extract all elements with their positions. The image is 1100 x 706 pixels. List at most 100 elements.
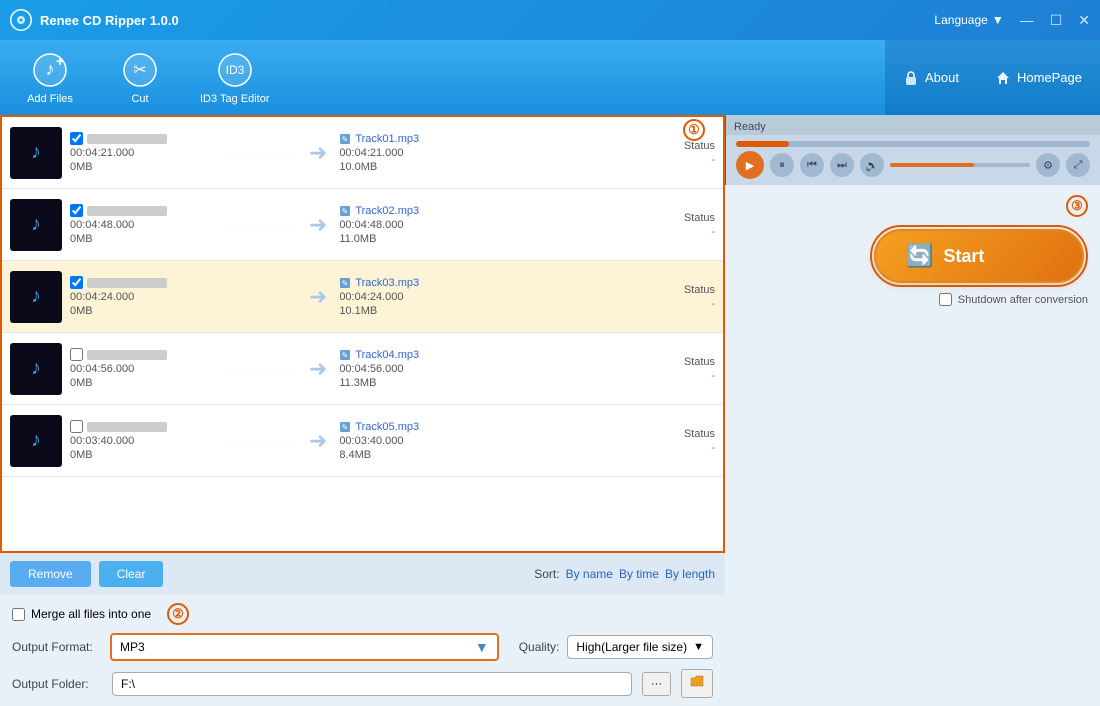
track-checkbox[interactable] xyxy=(70,132,83,145)
progress-bar[interactable] xyxy=(736,141,1090,147)
format-dropdown-icon: ▼ xyxy=(475,639,489,655)
prev-button[interactable]: ⏮ xyxy=(800,153,824,177)
track-filename: ✎ Track02.mp3 xyxy=(339,205,539,217)
step2-indicator: ② xyxy=(167,603,189,625)
track-duration-in: 00:04:24.000 xyxy=(70,291,230,303)
track-size-in: 0MB xyxy=(70,233,230,245)
step1-indicator: ① xyxy=(683,119,705,141)
sort-by-time[interactable]: By time xyxy=(619,567,659,581)
svg-text:✂: ✂ xyxy=(133,62,146,79)
sort-by-name[interactable]: By name xyxy=(566,567,613,581)
track-size-out: 10.0MB xyxy=(339,161,539,173)
track-meta: 00:04:56.000 0MB xyxy=(70,348,230,389)
track-status: Status - xyxy=(684,284,715,310)
status-value: - xyxy=(711,298,715,310)
maximize-button[interactable]: ☐ xyxy=(1050,12,1063,29)
quality-select[interactable]: High(Larger file size) ▼ xyxy=(567,635,713,659)
folder-open-button[interactable] xyxy=(681,669,713,698)
merge-checkbox[interactable] xyxy=(12,608,25,621)
track-meta: 00:04:24.000 0MB xyxy=(70,276,230,317)
folder-path[interactable]: F:\ xyxy=(112,672,632,696)
quality-label: Quality: xyxy=(519,640,560,654)
add-files-icon: ♪ + xyxy=(31,51,69,89)
track-size-in: 0MB xyxy=(70,161,230,173)
track-row: ♪ 00:04:24.000 0MB · · · · · · · · ➜ ✎ T… xyxy=(2,261,723,333)
language-button[interactable]: Language ▼ xyxy=(934,13,1003,27)
clear-button[interactable]: Clear xyxy=(99,561,164,587)
track-size-out: 11.0MB xyxy=(339,233,539,245)
track-duration-out: 00:03:40.000 xyxy=(339,435,539,447)
status-label: Status xyxy=(684,356,715,368)
shutdown-checkbox[interactable] xyxy=(939,293,952,306)
status-label: Status xyxy=(684,212,715,224)
track-thumbnail: ♪ xyxy=(10,127,62,179)
home-icon xyxy=(995,70,1011,86)
quality-dropdown-icon: ▼ xyxy=(693,641,704,653)
status-value: - xyxy=(711,154,715,166)
track-dots: · · · · · · · · xyxy=(230,220,297,229)
track-duration-out: 00:04:24.000 xyxy=(339,291,539,303)
next-button[interactable]: ⏭ xyxy=(830,153,854,177)
track-row: ♪ 00:03:40.000 0MB · · · · · · · · ➜ ✎ T… xyxy=(2,405,723,477)
track-status: Status - xyxy=(684,212,715,238)
svg-text:+: + xyxy=(56,53,64,69)
pause-button[interactable]: ⏸ xyxy=(770,153,794,177)
add-files-button[interactable]: ♪ + Add Files xyxy=(20,51,80,105)
right-panel: Ready ▶ ⏸ ⏮ ⏭ 🔊 ⚙ ⤢ xyxy=(725,115,1100,185)
track-meta: 00:04:21.000 0MB xyxy=(70,132,230,173)
svg-text:✎: ✎ xyxy=(342,207,349,216)
status-value: - xyxy=(711,370,715,382)
id3-editor-button[interactable]: ID3 ID3 Tag Editor xyxy=(200,51,270,105)
volume-slider[interactable] xyxy=(890,163,1030,167)
track-thumbnail: ♪ xyxy=(10,415,62,467)
track-duration-out: 00:04:48.000 xyxy=(339,219,539,231)
track-size-out: 11.3MB xyxy=(339,377,539,389)
track-output: ✎ Track05.mp3 00:03:40.000 8.4MB xyxy=(339,421,539,461)
fullscreen-button[interactable]: ⤢ xyxy=(1066,153,1090,177)
track-duration-in: 00:04:21.000 xyxy=(70,147,230,159)
language-dropdown-icon: ▼ xyxy=(992,13,1004,27)
track-status: Status - xyxy=(684,428,715,454)
remove-button[interactable]: Remove xyxy=(10,561,91,587)
folder-browse-button[interactable]: ··· xyxy=(642,672,671,696)
track-name-blur xyxy=(87,206,167,216)
format-block: Output Format: MP3 ▼ xyxy=(12,633,499,661)
homepage-button[interactable]: HomePage xyxy=(977,40,1100,115)
cut-button[interactable]: ✂ Cut xyxy=(110,51,170,105)
start-button[interactable]: 🔄 Start xyxy=(874,229,1084,283)
track-arrow-icon: ➜ xyxy=(309,428,327,454)
track-name-blur xyxy=(87,350,167,360)
track-checkbox[interactable] xyxy=(70,276,83,289)
track-check-row xyxy=(70,204,230,217)
format-select[interactable]: MP3 ▼ xyxy=(110,633,499,661)
track-name-blur xyxy=(87,134,167,144)
track-check-row xyxy=(70,420,230,433)
settings-button[interactable]: ⚙ xyxy=(1036,153,1060,177)
id3-icon: ID3 xyxy=(216,51,254,89)
track-checkbox[interactable] xyxy=(70,348,83,361)
track-checkbox[interactable] xyxy=(70,420,83,433)
play-button[interactable]: ▶ xyxy=(736,151,764,179)
track-list[interactable]: ① ♪ 00:04:21.000 0MB · · · · · · · · ➜ xyxy=(0,115,725,553)
about-button[interactable]: About xyxy=(885,40,977,115)
add-files-label: Add Files xyxy=(27,93,73,105)
track-duration-out: 00:04:56.000 xyxy=(339,363,539,375)
minimize-button[interactable]: — xyxy=(1020,12,1034,28)
track-name-blur xyxy=(87,422,167,432)
volume-button[interactable]: 🔊 xyxy=(860,153,884,177)
shutdown-row: Shutdown after conversion xyxy=(939,293,1088,306)
track-checkbox[interactable] xyxy=(70,204,83,217)
track-size-in: 0MB xyxy=(70,377,230,389)
track-arrow-icon: ➜ xyxy=(309,140,327,166)
start-label: Start xyxy=(943,246,984,267)
folder-icon xyxy=(690,675,704,689)
svg-text:✎: ✎ xyxy=(342,279,349,288)
folder-row: Output Folder: F:\ ··· xyxy=(12,669,713,698)
status-label: Status xyxy=(684,284,715,296)
sort-label: Sort: xyxy=(534,567,559,581)
sort-by-length[interactable]: By length xyxy=(665,567,715,581)
close-button[interactable]: ✕ xyxy=(1078,12,1090,29)
track-dots: · · · · · · · · xyxy=(230,436,297,445)
status-value: - xyxy=(711,442,715,454)
edit-icon: ✎ xyxy=(339,133,351,145)
